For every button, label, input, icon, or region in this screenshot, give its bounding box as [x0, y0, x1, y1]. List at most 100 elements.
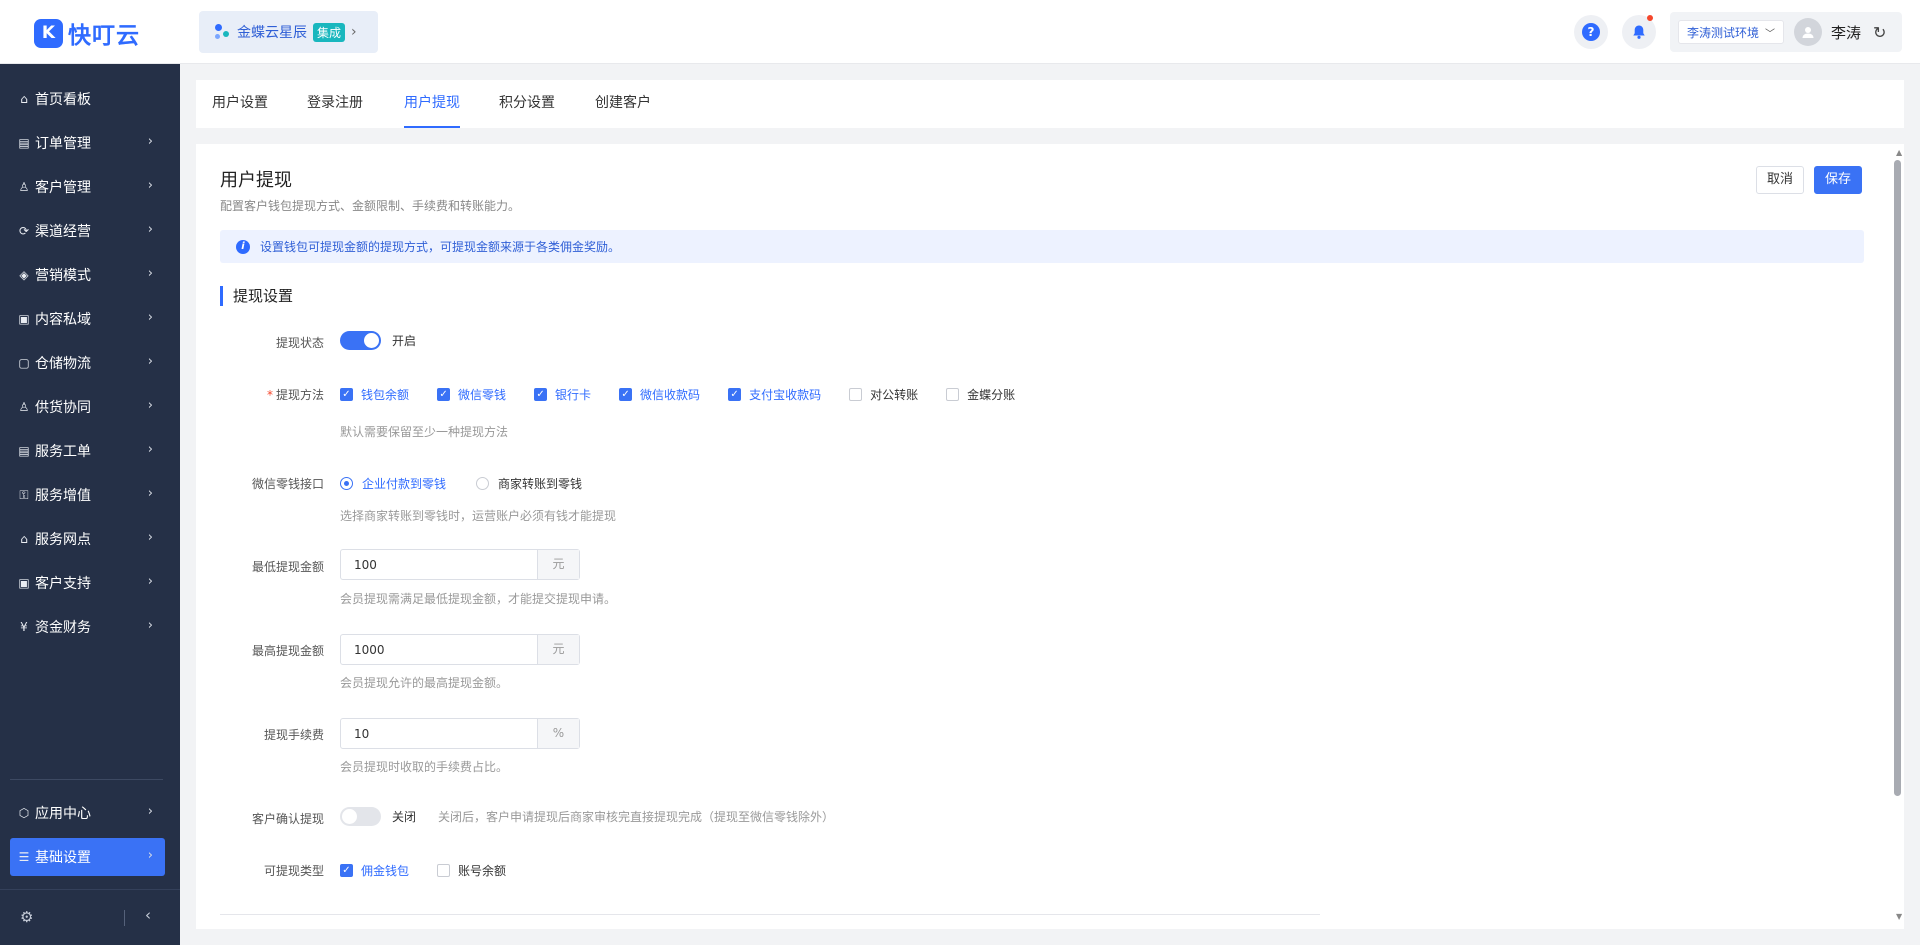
- fee-input-group: %: [340, 718, 580, 749]
- environment-label: 李涛测试环境: [1687, 25, 1760, 40]
- sidebar-item-label: 营销模式: [35, 268, 91, 284]
- chevron-right-icon: ›: [147, 486, 153, 501]
- bell-icon: [1633, 25, 1645, 39]
- scroll-up-icon[interactable]: ▲: [1896, 148, 1902, 157]
- sidebar-item-marketing[interactable]: ◈ 营销模式 ›: [10, 256, 165, 294]
- types-label: 可提现类型: [263, 864, 324, 878]
- help-icon: ?: [1582, 23, 1600, 41]
- gear-icon[interactable]: ⚙: [20, 908, 33, 926]
- sidebar-item-label: 客户支持: [35, 576, 91, 592]
- tab-create-customer[interactable]: 创建客户: [595, 80, 651, 128]
- sidebar-item-label: 服务增值: [35, 488, 91, 504]
- unit-suffix: %: [537, 719, 579, 748]
- chevron-right-icon: ›: [351, 24, 357, 40]
- chevron-right-icon: ›: [147, 266, 153, 281]
- method-corporate-transfer-checkbox[interactable]: 对公转账: [849, 386, 918, 403]
- sidebar-item-supply[interactable]: ♙ 供货协同 ›: [10, 388, 165, 426]
- method-alipay-qr-checkbox[interactable]: ✓ 支付宝收款码: [728, 386, 821, 403]
- brand-logo[interactable]: K 快叮云: [34, 16, 140, 50]
- sidebar-item-customers[interactable]: ♙ 客户管理 ›: [10, 168, 165, 206]
- type-account-balance-checkbox[interactable]: 账号余额: [437, 862, 506, 879]
- sidebar-item-label: 内容私域: [35, 312, 91, 328]
- check-icon: ✓: [619, 388, 633, 401]
- chevron-right-icon: ›: [147, 178, 153, 193]
- sidebar-item-service-tickets[interactable]: ▤ 服务工单 ›: [10, 432, 165, 470]
- method-wallet-balance-checkbox[interactable]: ✓ 钱包余额: [340, 386, 409, 403]
- sidebar-item-content[interactable]: ▣ 内容私域 ›: [10, 300, 165, 338]
- app-switcher[interactable]: 金蝶云星辰 集成 ›: [199, 11, 378, 53]
- sidebar-footer: ⚙ ‹: [0, 889, 180, 945]
- environment-select[interactable]: 李涛测试环境 ﹀: [1678, 20, 1785, 44]
- withdrawal-status-label: 提现状态: [275, 336, 324, 350]
- required-mark: *: [266, 388, 273, 402]
- tab-user-withdrawal[interactable]: 用户提现: [404, 80, 460, 128]
- refresh-icon[interactable]: ↻: [1873, 23, 1886, 42]
- save-button[interactable]: 保存: [1814, 166, 1863, 194]
- chevron-right-icon: ›: [147, 848, 153, 863]
- chevron-right-icon: ›: [147, 574, 153, 589]
- method-bank-card-checkbox[interactable]: ✓ 银行卡: [534, 386, 591, 403]
- scroll-down-icon[interactable]: ▼: [1896, 912, 1902, 921]
- help-button[interactable]: ?: [1574, 15, 1608, 49]
- tag-icon: ◈: [19, 268, 29, 282]
- type-commission-wallet-checkbox[interactable]: ✓ 佣金钱包: [340, 862, 409, 879]
- sidebar-item-finance[interactable]: ¥ 资金财务 ›: [10, 608, 165, 646]
- max-amount-label: 最高提现金额: [251, 644, 324, 658]
- avatar[interactable]: [1794, 18, 1823, 46]
- wechat-api-label: 微信零钱接口: [251, 477, 324, 491]
- collapse-sidebar-icon[interactable]: ‹: [145, 906, 151, 924]
- integration-badge: 集成: [313, 22, 346, 42]
- checkbox-label: 钱包余额: [361, 388, 410, 402]
- max-amount-input[interactable]: [341, 635, 537, 664]
- max-amount-input-group: 元: [340, 634, 580, 665]
- sidebar-item-support[interactable]: ▣ 客户支持 ›: [10, 564, 165, 602]
- sidebar-item-label: 客户管理: [35, 180, 91, 196]
- sidebar-item-service-outlets[interactable]: ⌂ 服务网点 ›: [10, 520, 165, 558]
- withdrawal-status-switch[interactable]: [340, 331, 381, 350]
- checkbox-label: 支付宝收款码: [749, 388, 822, 402]
- withdrawal-methods-label-text: 提现方法: [275, 388, 324, 402]
- chevron-right-icon: ›: [147, 134, 153, 149]
- sidebar-item-warehouse[interactable]: ▢ 仓储物流 ›: [10, 344, 165, 382]
- radio-label: 企业付款到零钱: [362, 477, 447, 491]
- checkbox-box: [849, 388, 863, 401]
- confirm-switch[interactable]: [340, 807, 381, 826]
- check-icon: ✓: [534, 388, 548, 401]
- notification-button[interactable]: [1622, 15, 1656, 49]
- withdrawal-status-field: 开启: [340, 331, 416, 350]
- sidebar-item-dashboard[interactable]: ⌂ 首页看板: [10, 80, 165, 118]
- chevron-right-icon: ›: [147, 310, 153, 325]
- ticket-icon: ▤: [18, 444, 30, 458]
- scrollbar-thumb[interactable]: [1894, 160, 1901, 796]
- channel-icon: ⟳: [18, 224, 30, 238]
- radio-merchant-transfer[interactable]: 商家转账到零钱: [476, 475, 582, 492]
- sidebar-item-orders[interactable]: ▤ 订单管理 ›: [10, 124, 165, 162]
- checkbox-box: [946, 388, 960, 401]
- tab-login-register[interactable]: 登录注册: [307, 80, 363, 128]
- sidebar-item-label: 仓储物流: [35, 356, 91, 372]
- fee-input[interactable]: [341, 719, 537, 748]
- method-wechat-change-checkbox[interactable]: ✓ 微信零钱: [437, 386, 506, 403]
- switch-state-text: 关闭: [392, 810, 417, 824]
- wechat-api-radio-group: 企业付款到零钱 商家转账到零钱: [340, 475, 612, 492]
- sidebar-item-basic-settings[interactable]: ☰ 基础设置 ›: [10, 838, 165, 876]
- cancel-button[interactable]: 取消: [1756, 166, 1805, 194]
- order-icon: ▤: [18, 136, 30, 150]
- tab-user-settings[interactable]: 用户设置: [212, 80, 268, 128]
- chevron-right-icon: ›: [147, 354, 153, 369]
- method-kingdee-split-checkbox[interactable]: 金蝶分账: [946, 386, 1015, 403]
- checkbox-label: 金蝶分账: [967, 388, 1016, 402]
- min-amount-input[interactable]: [341, 550, 537, 579]
- sliders-icon: ☰: [18, 850, 30, 864]
- chevron-right-icon: ›: [147, 442, 153, 457]
- radio-enterprise-payment[interactable]: 企业付款到零钱: [340, 475, 446, 492]
- method-wechat-qr-checkbox[interactable]: ✓ 微信收款码: [619, 386, 700, 403]
- app-name: 金蝶云星辰: [237, 25, 307, 41]
- tab-points-settings[interactable]: 积分设置: [499, 80, 555, 128]
- sidebar-item-app-center[interactable]: ⬡ 应用中心 ›: [10, 794, 165, 832]
- sidebar-item-value-added[interactable]: ⚿ 服务增值 ›: [10, 476, 165, 514]
- min-amount-input-group: 元: [340, 549, 580, 580]
- sidebar-item-label: 供货协同: [35, 400, 91, 416]
- sidebar-item-label: 服务网点: [35, 532, 91, 548]
- sidebar-item-channels[interactable]: ⟳ 渠道经营 ›: [10, 212, 165, 250]
